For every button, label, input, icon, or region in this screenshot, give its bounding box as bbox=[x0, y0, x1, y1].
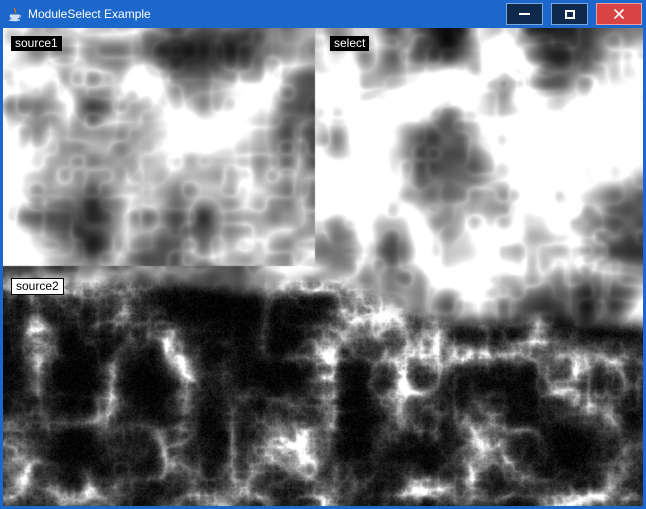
maximize-button[interactable] bbox=[551, 3, 588, 25]
close-icon bbox=[613, 8, 625, 20]
java-icon bbox=[7, 7, 22, 22]
close-button[interactable] bbox=[596, 3, 642, 25]
app-window: ModuleSelect Example source1 select sour… bbox=[0, 0, 646, 509]
maximize-icon bbox=[565, 10, 575, 19]
label-source2: source2 bbox=[11, 278, 64, 295]
titlebar[interactable]: ModuleSelect Example bbox=[0, 0, 646, 28]
minimize-icon bbox=[519, 13, 530, 15]
noise-render bbox=[3, 28, 643, 506]
label-select: select bbox=[330, 36, 369, 51]
window-title: ModuleSelect Example bbox=[28, 7, 151, 21]
window-controls bbox=[506, 3, 642, 25]
label-source1: source1 bbox=[11, 36, 62, 51]
render-area: source1 select source2 bbox=[3, 28, 643, 506]
minimize-button[interactable] bbox=[506, 3, 543, 25]
